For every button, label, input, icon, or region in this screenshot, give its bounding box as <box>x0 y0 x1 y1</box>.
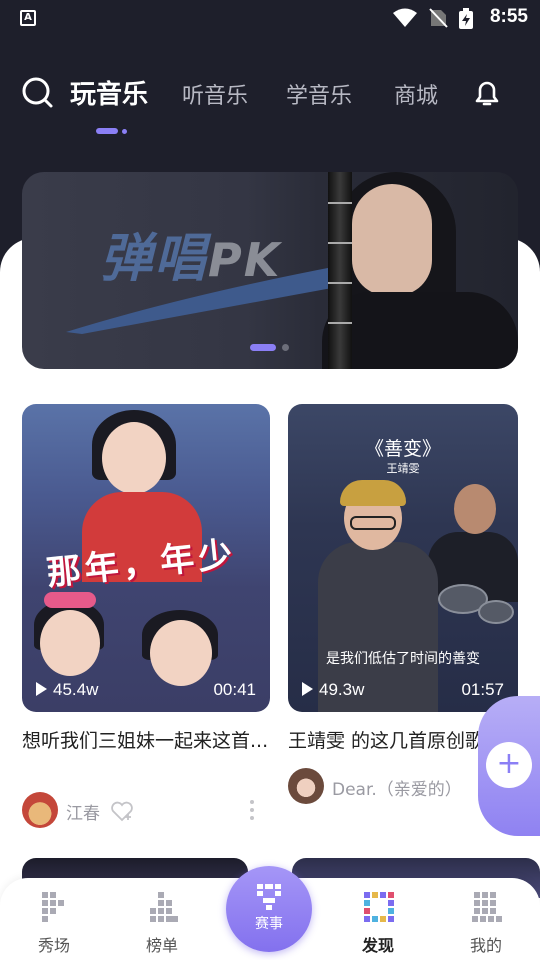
banner-indicator <box>282 344 289 351</box>
bell-icon[interactable] <box>470 76 504 110</box>
avatar[interactable] <box>22 792 58 828</box>
play-icon <box>36 682 47 696</box>
singer-glasses <box>350 516 396 530</box>
drummer-head <box>454 484 496 534</box>
tab-indicator <box>96 128 118 134</box>
video-duration: 01:57 <box>461 680 504 699</box>
chart-icon <box>150 892 178 922</box>
nav-item-chart[interactable]: 榜单 <box>122 884 202 955</box>
more-options-icon[interactable] <box>250 800 254 820</box>
tab-learn-music[interactable]: 学音乐 <box>286 78 352 110</box>
author-name: 江春 <box>66 804 100 824</box>
drum <box>478 600 514 624</box>
video-stats: 45.4w 00:41 <box>22 672 270 712</box>
status-bar: A 8:55 <box>0 0 540 36</box>
contest-label: 赛事 <box>255 916 283 932</box>
video-overlay-song-title: 《善变》 <box>364 438 441 460</box>
nav-item-showroom[interactable]: 秀场 <box>14 884 94 955</box>
tab-play-music[interactable]: 玩音乐 <box>70 74 148 111</box>
banner-title: 弹唱PK <box>100 216 281 291</box>
like-icon[interactable] <box>110 800 134 822</box>
kid-face <box>40 610 100 676</box>
play-count: 45.4w <box>36 680 98 700</box>
video-title[interactable]: 想听我们三姐妹一起来这首... <box>22 728 270 754</box>
play-count-value: 45.4w <box>53 680 99 699</box>
video-card-thumbnail[interactable]: 《善变》 王靖雯 是我们低估了时间的善变 49.3w 01:57 <box>288 404 518 712</box>
guitar-fret <box>328 242 352 244</box>
status-time: 8:55 <box>489 6 528 27</box>
banner-carousel[interactable]: 弹唱PK <box>22 172 518 369</box>
profile-icon <box>472 892 502 922</box>
video-duration: 00:41 <box>213 680 256 699</box>
tab-indicator-dot <box>122 129 127 134</box>
app-notification-icon: A <box>20 10 36 26</box>
guitar-fret <box>328 322 352 324</box>
banner-person-face <box>352 184 432 296</box>
play-count-value: 49.3w <box>319 680 365 699</box>
banner-indicator-active <box>250 344 276 351</box>
video-card-thumbnail[interactable]: 那年，年少 45.4w 00:41 <box>22 404 270 712</box>
video-title[interactable]: 王靖雯 的这几首原创歌 <box>288 728 494 754</box>
banner-title-pk: PK <box>208 233 282 287</box>
no-sim-icon <box>429 8 448 28</box>
discover-icon <box>364 892 394 922</box>
guitar-fret <box>328 202 352 204</box>
nav-label: 榜单 <box>145 936 178 955</box>
tab-listen-music[interactable]: 听音乐 <box>182 78 248 110</box>
tab-mall[interactable]: 商城 <box>394 78 438 110</box>
showroom-icon <box>42 892 64 922</box>
nav-label: 秀场 <box>37 936 70 955</box>
play-icon <box>302 682 313 696</box>
contest-button[interactable]: 赛事 <box>226 866 312 952</box>
author-name: Dear.（亲爱的） <box>332 780 462 800</box>
video-overlay-text: 那年，年少 <box>44 534 238 594</box>
avatar[interactable] <box>288 768 324 804</box>
video-author[interactable]: Dear.（亲爱的） <box>288 768 478 804</box>
battery-charging-icon <box>459 8 473 29</box>
singer-hat <box>340 480 406 506</box>
add-button[interactable]: + <box>486 742 532 788</box>
video-overlay-artist: 王靖雯 <box>386 462 420 475</box>
video-subtitle: 是我们低估了时间的善变 <box>326 651 480 667</box>
hair-flower <box>44 592 96 608</box>
kid-face <box>102 422 166 494</box>
search-icon[interactable] <box>20 76 54 110</box>
contest-icon <box>257 884 281 910</box>
nav-label: 发现 <box>361 936 394 955</box>
guitar-fret <box>328 282 352 284</box>
play-count: 49.3w <box>302 680 364 700</box>
video-author[interactable]: 江春 <box>22 792 262 828</box>
nav-item-profile[interactable]: 我的 <box>446 884 526 955</box>
nav-item-discover[interactable]: 发现 <box>338 884 418 955</box>
top-navigation: 玩音乐 听音乐 学音乐 商城 <box>0 64 540 128</box>
banner-title-main: 弹唱 <box>100 229 209 289</box>
video-stats: 49.3w 01:57 <box>288 672 518 712</box>
nav-label: 我的 <box>469 936 502 955</box>
wifi-icon <box>393 8 417 27</box>
